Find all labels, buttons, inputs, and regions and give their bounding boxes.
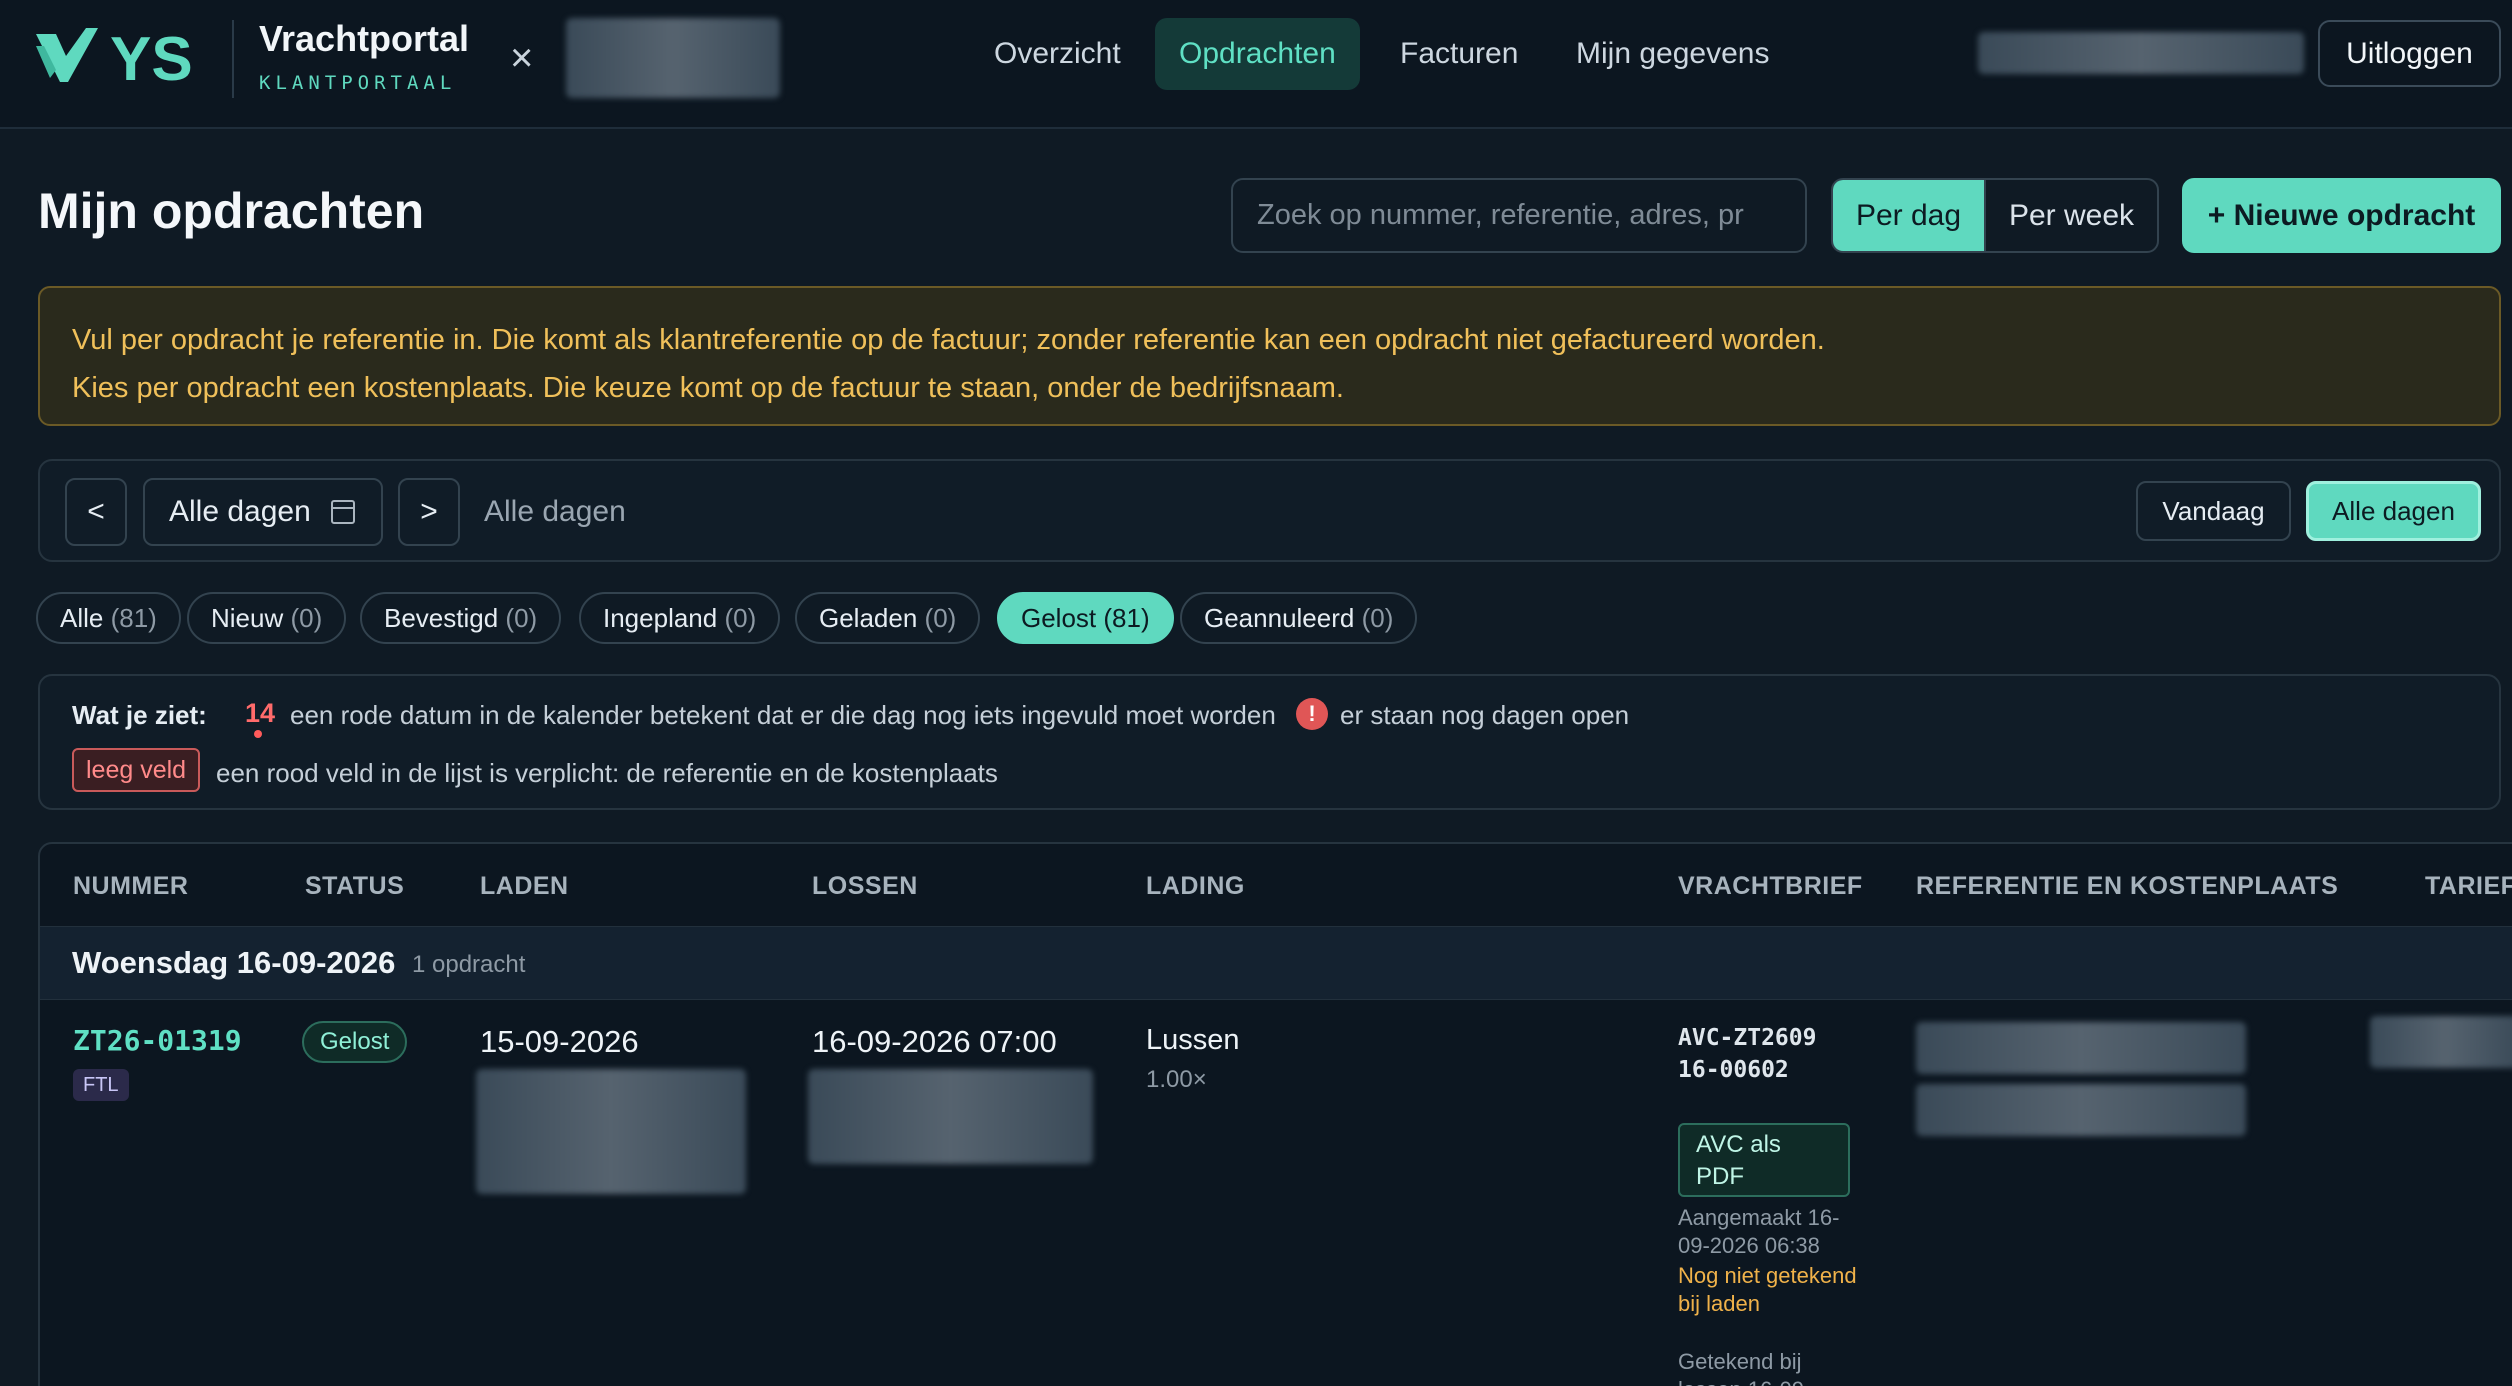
waybill-created: Aangemaakt 16-09-2026 06:38 (1678, 1205, 1840, 1258)
date-picker-value: Alle dagen (169, 495, 311, 528)
filter-bevestigd[interactable]: Bevestigd (0) (360, 592, 562, 644)
order-number-link[interactable]: ZT26-01319 (73, 1024, 242, 1057)
brand-divider (232, 20, 234, 98)
nav-mijn-gegevens[interactable]: Mijn gegevens (1552, 18, 1793, 90)
day-group-count: 1 opdracht (412, 951, 526, 978)
all-days-button[interactable]: Alle dagen (2306, 481, 2481, 541)
column-header-tarief[interactable]: TARIEF (2425, 872, 2512, 901)
column-header-nummer[interactable]: NUMMER (73, 872, 189, 901)
previous-day-button[interactable]: < (65, 478, 127, 546)
empty-field-example: leeg veld (72, 748, 201, 792)
red-day-example: 14 (245, 698, 276, 728)
blurred-company-logo (566, 18, 780, 98)
red-day-explanation: een rode datum in de kalender betekent d… (290, 700, 1276, 730)
new-order-button[interactable]: + Nieuwe opdracht (2182, 178, 2501, 253)
filter-label: Bevestigd (384, 603, 499, 633)
red-dot-icon (254, 730, 262, 738)
next-day-button[interactable]: > (398, 478, 460, 546)
blurred-cost-center-field[interactable] (1916, 1084, 2246, 1136)
nav-facturen[interactable]: Facturen (1376, 18, 1542, 90)
filter-count: (0) (724, 603, 757, 633)
brand-title: Vrachtportal (259, 18, 470, 59)
top-bar: YS Vrachtportal KLANTPORTAAL × Overzicht… (0, 0, 2512, 129)
filter-label: Geladen (819, 603, 918, 633)
logo-text: YS (110, 26, 193, 88)
filter-label: Nieuw (211, 603, 284, 633)
cargo-name: Lussen (1146, 1024, 1240, 1056)
nav-opdrachten[interactable]: Opdrachten (1155, 18, 1360, 90)
warning-explanation: er staan nog dagen open (1340, 700, 1630, 730)
waybill-not-signed-load: Nog niet getekend bij laden (1678, 1263, 1857, 1316)
per-week-toggle[interactable]: Per week (1984, 180, 2157, 251)
filter-count: (81) (1103, 603, 1150, 633)
status-badge: Gelost (302, 1021, 408, 1063)
today-button[interactable]: Vandaag (2136, 481, 2291, 541)
nav-overzicht[interactable]: Overzicht (970, 18, 1145, 90)
view-toggle: Per dag Per week (1831, 178, 2159, 253)
close-icon[interactable]: × (510, 38, 533, 78)
waybill-number: AVC-ZT260916-00602 (1678, 1025, 1817, 1083)
unload-datetime: 16-09-2026 07:00 (812, 1024, 1057, 1059)
orders-table: NUMMER STATUS LADEN LOSSEN LADING VRACHT… (38, 842, 2512, 1386)
search-input[interactable]: Zoek op nummer, referentie, adres, pr (1231, 178, 1807, 253)
day-group-title: Woensdag 16-09-2026 (72, 945, 396, 980)
filter-label: Geannuleerd (1204, 603, 1355, 633)
filter-count: (0) (290, 603, 323, 633)
day-group-header: Woensdag 16-09-2026 1 opdracht (40, 926, 2512, 1000)
column-header-status[interactable]: STATUS (305, 872, 404, 901)
filter-nieuw[interactable]: Nieuw (0) (187, 592, 347, 644)
calendar-icon (331, 500, 355, 524)
notice-line-1: Vul per opdracht je referentie in. Die k… (72, 324, 1825, 356)
blurred-unload-address (808, 1069, 1093, 1164)
column-header-lading[interactable]: LADING (1146, 872, 1245, 901)
empty-field-explanation: een rood veld in de lijst is verplicht: … (216, 758, 998, 788)
column-header-referentie[interactable]: REFERENTIE EN KOSTENPLAATS (1916, 872, 2338, 901)
reference-notice: Vul per opdracht je referentie in. Die k… (38, 286, 2501, 426)
filter-count: (0) (924, 603, 957, 633)
notice-line-2: Kies per opdracht een kostenplaats. Die … (72, 372, 1344, 404)
page-title: Mijn opdrachten (38, 183, 425, 239)
column-header-vrachtbrief[interactable]: VRACHTBRIEF (1678, 872, 1863, 901)
blurred-user-name (1978, 32, 2304, 74)
blurred-reference-field[interactable] (1916, 1022, 2246, 1074)
waybill-pdf-button[interactable]: AVC als PDF (1678, 1123, 1850, 1197)
filter-gelost[interactable]: Gelost (81) (997, 592, 1174, 644)
date-navigation-bar: < Alle dagen > Alle dagen Vandaag Alle d… (38, 459, 2501, 562)
ys-logo: YS (36, 26, 193, 88)
blurred-load-address (476, 1069, 746, 1194)
logout-button[interactable]: Uitloggen (2318, 20, 2501, 87)
waybill-signed-unload: Getekend bij lossen 16-09 (1678, 1349, 1804, 1386)
filter-count: (0) (1361, 603, 1394, 633)
per-day-toggle[interactable]: Per dag (1833, 180, 1984, 251)
filter-label: Ingepland (603, 603, 718, 633)
brand-subtitle: KLANTPORTAAL (259, 72, 457, 94)
filter-count: (0) (505, 603, 538, 633)
column-header-laden[interactable]: LADEN (480, 872, 569, 901)
load-date: 15-09-2026 (480, 1024, 639, 1059)
filter-geannuleerd[interactable]: Geannuleerd (0) (1180, 592, 1418, 644)
warning-icon: ! (1296, 698, 1328, 730)
column-header-lossen[interactable]: LOSSEN (812, 872, 918, 901)
order-type-badge: FTL (73, 1069, 129, 1101)
filter-ingepland[interactable]: Ingepland (0) (579, 592, 781, 644)
filter-alle[interactable]: Alle (81) (36, 592, 181, 644)
legend-title: Wat je ziet: (72, 700, 207, 730)
cargo-quantity: 1.00× (1146, 1066, 1207, 1093)
date-picker[interactable]: Alle dagen (143, 478, 383, 546)
filter-label: Gelost (1021, 603, 1097, 633)
current-date-label: Alle dagen (484, 495, 626, 528)
filter-label: Alle (60, 603, 104, 633)
blurred-rate (2370, 1016, 2512, 1068)
filter-geladen[interactable]: Geladen (0) (795, 592, 981, 644)
filter-count: (81) (110, 603, 157, 633)
legend-box: Wat je ziet: 14 een rode datum in de kal… (38, 674, 2501, 810)
